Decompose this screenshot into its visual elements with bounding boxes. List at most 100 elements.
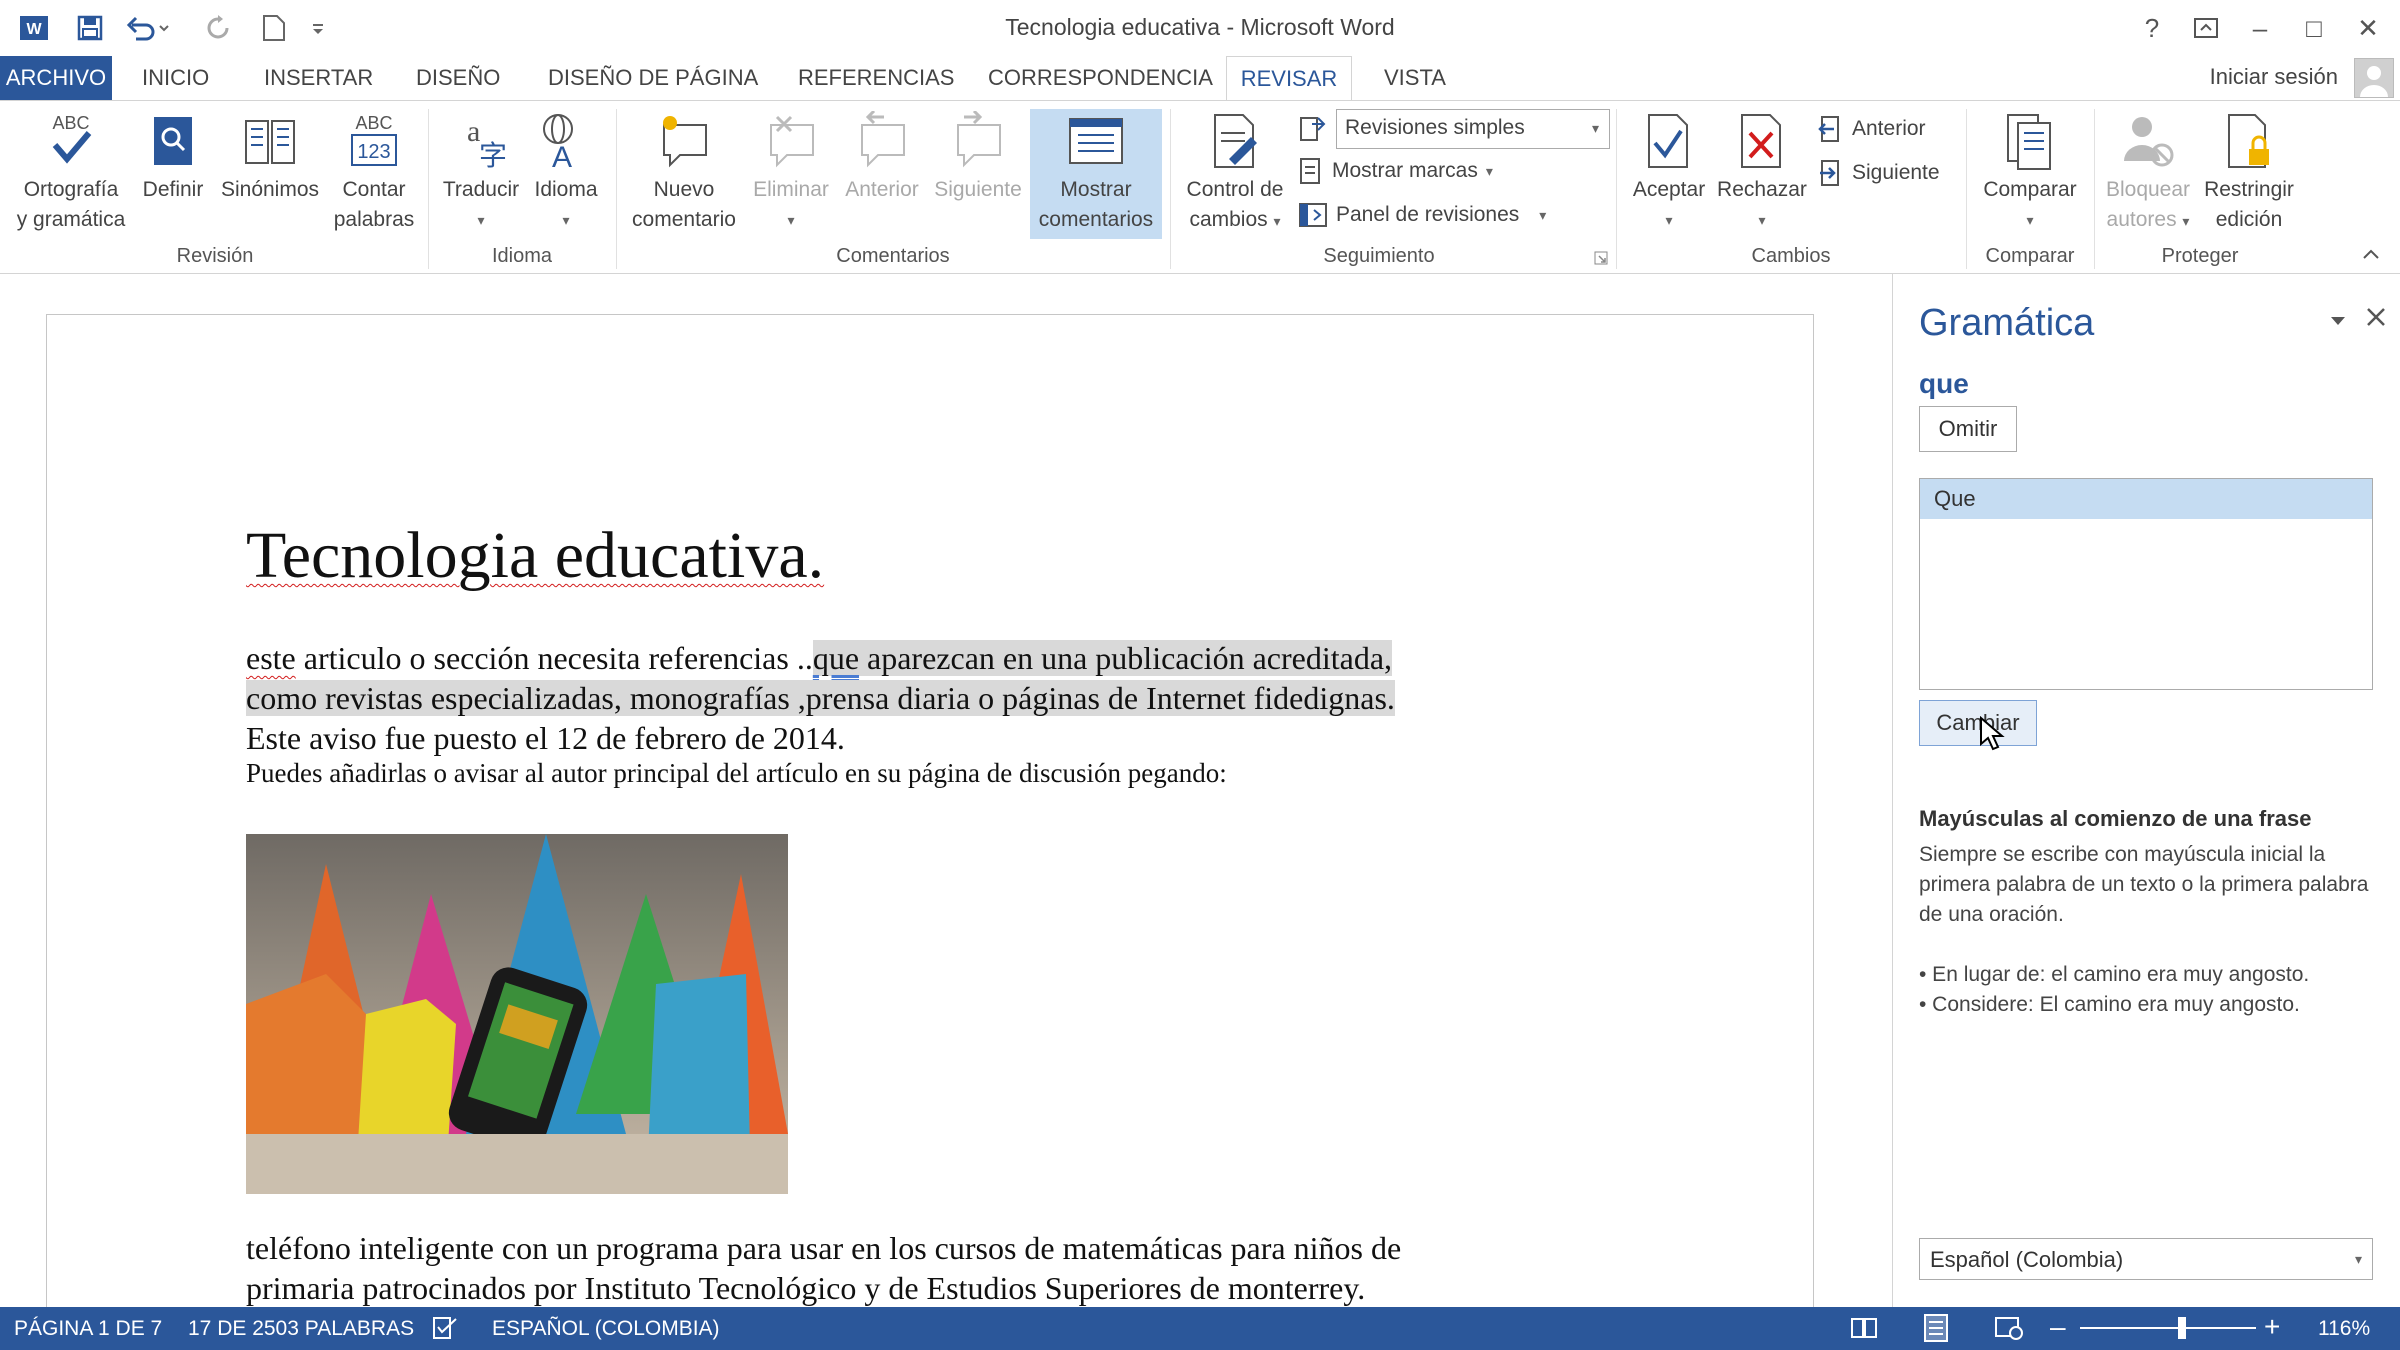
new-comment-button[interactable]: Nuevo comentario [624, 111, 744, 235]
language-button[interactable]: A Idioma ▾ [526, 111, 606, 235]
show-comments-button[interactable]: Mostrar comentarios [1030, 109, 1162, 239]
group-label-comparar: Comparar [1985, 245, 2075, 267]
page-indicator[interactable]: PÁGINA 1 DE 7 [14, 1317, 162, 1341]
print-layout-icon[interactable] [1922, 1313, 1950, 1349]
sign-in-link[interactable]: Iniciar sesión [2210, 64, 2338, 90]
document-area[interactable]: Tecnologia educativa. este articulo o se… [0, 274, 1892, 1307]
word-count-indicator[interactable]: 17 DE 2503 PALABRAS [188, 1317, 414, 1341]
close-button[interactable]: ✕ [2346, 10, 2390, 46]
tab-diseno-de-pagina[interactable]: DISEÑO DE PÁGINA [536, 56, 770, 100]
reviewing-pane-button[interactable]: Panel de revisiones ▾ [1298, 197, 1546, 233]
rule-example-2: • Considere: El camino era muy angosto. [1919, 993, 2300, 1016]
status-bar: PÁGINA 1 DE 7 17 DE 2503 PALABRAS ESPAÑO… [0, 1307, 2400, 1350]
next-comment-label: Siguiente [934, 178, 1022, 201]
zoom-slider[interactable] [2080, 1317, 2256, 1339]
rule-example-1: • En lugar de: el camino era muy angosto… [1919, 963, 2310, 986]
tab-referencias[interactable]: REFERENCIAS [786, 56, 966, 100]
group-separator [428, 109, 429, 269]
group-separator [1616, 109, 1617, 269]
dialog-launcher-icon[interactable] [1594, 251, 1608, 265]
highlighted-line: como revistas especializadas, monografía… [246, 680, 1395, 716]
dropdown-arrow-icon: ▾ [2354, 1251, 2362, 1267]
thesaurus-icon [242, 111, 298, 171]
pane-options-icon[interactable] [2329, 314, 2347, 333]
reject-icon [1734, 111, 1790, 171]
paragraph-1-line-3[interactable]: Este aviso fue puesto el 12 de febrero d… [246, 718, 845, 758]
block-authors-label-2-row: autores ▾ [2106, 208, 2190, 231]
collapse-ribbon-icon[interactable] [2362, 247, 2380, 266]
pane-title: Gramática [1919, 302, 2095, 344]
web-layout-icon[interactable] [1994, 1315, 2024, 1347]
tab-revisar[interactable]: REVISAR [1226, 56, 1352, 101]
ribbon-display-options-icon[interactable] [2184, 10, 2228, 46]
show-markup-button[interactable]: Mostrar marcas ▾ [1298, 153, 1493, 189]
next-change-button[interactable]: Siguiente [1816, 155, 1940, 191]
title-bar: W Tecnologia educativa - Microsoft Word … [0, 0, 2400, 56]
tab-correspondencia[interactable]: CORRESPONDENCIA [976, 56, 1225, 100]
group-separator [1966, 109, 1967, 269]
minimize-button[interactable]: – [2238, 10, 2282, 46]
tab-vista[interactable]: VISTA [1372, 56, 1458, 100]
text-segment: articulo o sección necesita referencias … [295, 640, 813, 676]
define-icon [145, 111, 201, 171]
spellcheck-icon: ABC [43, 111, 99, 171]
next-comment-button[interactable]: Siguiente [928, 111, 1028, 205]
suggestion-item[interactable]: Que [1920, 479, 2372, 519]
display-for-review-value: Revisiones simples [1345, 116, 1525, 139]
word-count-button[interactable]: ABC 123 Contar palabras [328, 111, 420, 235]
proofing-icon[interactable] [432, 1315, 462, 1347]
zoom-out-button[interactable]: – [2050, 1311, 2066, 1343]
svg-text:A: A [552, 141, 572, 171]
flagged-word: que [1919, 368, 1969, 399]
track-changes-label-2: cambios [1189, 208, 1268, 231]
language-label: Idioma [534, 178, 598, 201]
tab-archivo[interactable]: ARCHIVO [0, 56, 112, 100]
tab-insertar[interactable]: INSERTAR [252, 56, 385, 100]
zoom-in-button[interactable]: + [2264, 1311, 2280, 1343]
track-changes-button[interactable]: Control de cambios ▾ [1178, 111, 1292, 236]
group-separator [1170, 109, 1171, 269]
maximize-button[interactable]: □ [2292, 10, 2336, 46]
tab-diseno[interactable]: DISEÑO [404, 56, 512, 100]
paragraph-1-line-1[interactable]: este articulo o sección necesita referen… [246, 638, 1393, 678]
block-authors-button[interactable]: Bloquear autores ▾ [2098, 111, 2198, 236]
suggestions-list[interactable]: Que [1919, 478, 2373, 690]
document-heading[interactable]: Tecnologia educativa. [246, 518, 824, 594]
compare-button[interactable]: Comparar ▾ [1974, 111, 2086, 235]
paragraph-3-line-1[interactable]: teléfono inteligente con un programa par… [246, 1228, 1401, 1268]
previous-comment-button[interactable]: Anterior [836, 111, 928, 205]
spelling-grammar-button[interactable]: ABC Ortografía y gramática [8, 111, 134, 235]
define-button[interactable]: Definir [134, 111, 212, 205]
paragraph-2[interactable]: Puedes añadirlas o avisar al autor princ… [246, 758, 1227, 789]
reviewing-pane-label: Panel de revisiones [1336, 203, 1520, 226]
language-indicator[interactable]: ESPAÑOL (COLOMBIA) [492, 1317, 720, 1341]
restrict-editing-button[interactable]: Restringir edición [2198, 111, 2300, 235]
zoom-level[interactable]: 116% [2318, 1317, 2370, 1341]
reject-button[interactable]: Rechazar ▾ [1714, 111, 1810, 235]
previous-change-button[interactable]: Anterior [1816, 111, 1926, 147]
language-dropdown[interactable]: Español (Colombia) ▾ [1919, 1238, 2373, 1280]
translate-button[interactable]: a字 Traducir ▾ [436, 111, 526, 235]
window-title: Tecnologia educativa - Microsoft Word [1005, 14, 1395, 40]
paragraph-3-line-2[interactable]: primaria patrocinados por Instituto Tecn… [246, 1268, 1365, 1307]
thesaurus-button[interactable]: Sinónimos [214, 111, 326, 205]
group-label-comentarios: Comentarios [836, 245, 950, 267]
accept-button[interactable]: Aceptar ▾ [1624, 111, 1714, 235]
document-image[interactable] [246, 834, 788, 1194]
display-for-review-dropdown[interactable]: Revisiones simples ▾ [1336, 109, 1610, 149]
pane-close-icon[interactable] [2365, 306, 2387, 333]
group-label-proteger: Proteger [2161, 245, 2239, 267]
word-count-label-1: Contar [342, 178, 406, 201]
thesaurus-label: Sinónimos [220, 178, 320, 201]
help-button[interactable]: ? [2130, 10, 2174, 46]
user-avatar-icon[interactable] [2354, 58, 2394, 98]
delete-comment-button[interactable]: Eliminar ▾ [748, 111, 834, 235]
read-mode-icon[interactable] [1850, 1315, 1878, 1347]
change-button[interactable]: Cambiar [1919, 700, 2037, 746]
group-separator [2094, 109, 2095, 269]
translate-icon: a字 [453, 111, 509, 171]
ignore-button[interactable]: Omitir [1919, 406, 2017, 452]
zoom-slider-thumb[interactable] [2178, 1317, 2187, 1339]
tab-inicio[interactable]: INICIO [130, 56, 221, 100]
paragraph-1-line-2[interactable]: como revistas especializadas, monografía… [246, 678, 1395, 718]
